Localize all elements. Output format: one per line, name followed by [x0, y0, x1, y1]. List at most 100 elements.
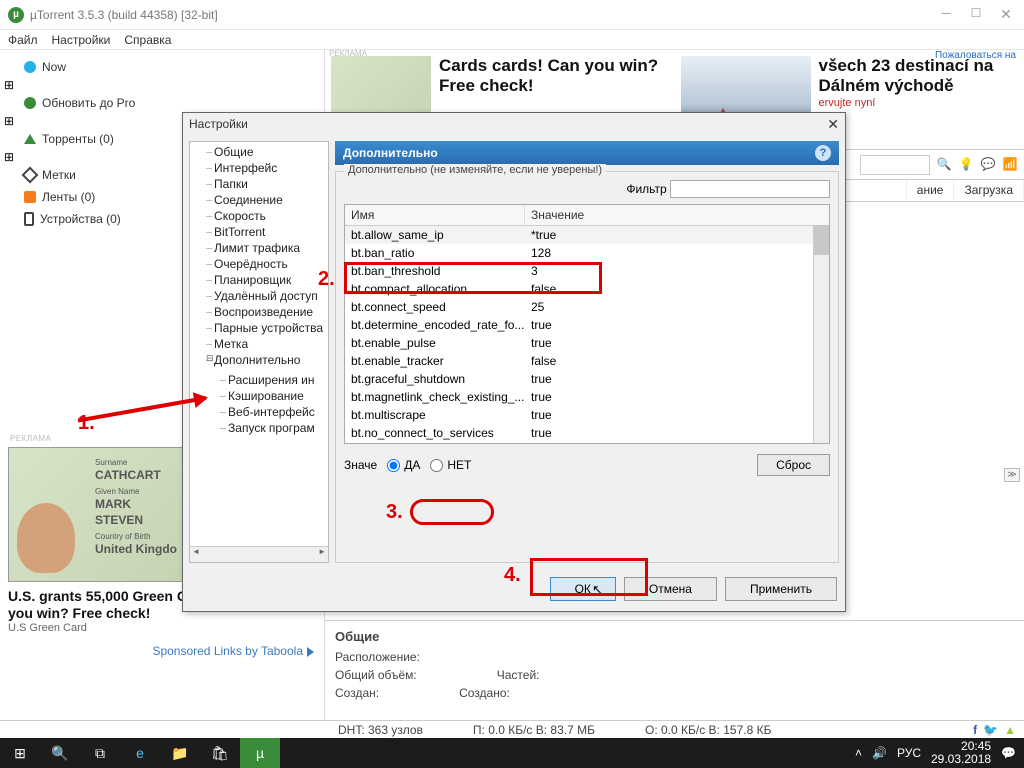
- adv-row[interactable]: bt.enable_pulsetrue: [345, 334, 829, 352]
- table-scrollbar[interactable]: [813, 225, 829, 443]
- maximize-button[interactable]: ☐: [970, 6, 982, 23]
- search-input[interactable]: [860, 155, 930, 175]
- menubar: Файл Настройки Справка: [0, 30, 1024, 50]
- menu-file[interactable]: Файл: [8, 33, 38, 47]
- adv-row[interactable]: bt.no_connect_to_servicestrue: [345, 424, 829, 442]
- tree-paired[interactable]: Парные устройства: [204, 320, 328, 336]
- adv-row[interactable]: bt.enable_trackerfalse: [345, 352, 829, 370]
- facebook-icon[interactable]: f: [973, 723, 977, 737]
- adv-row[interactable]: bt.ban_ratio128: [345, 244, 829, 262]
- titlebar: µ µTorrent 3.5.3 (build 44358) [32-bit] …: [0, 0, 1024, 30]
- col-value[interactable]: Значение: [525, 205, 829, 225]
- adv-row[interactable]: bt.compact_allocationfalse: [345, 280, 829, 298]
- app-logo-icon: µ: [8, 7, 24, 23]
- minimize-button[interactable]: ─: [940, 6, 952, 23]
- reset-button[interactable]: Сброс: [757, 454, 830, 476]
- adv-row[interactable]: bt.allow_same_ip*true: [345, 226, 829, 244]
- utorrent-task[interactable]: µ: [240, 738, 280, 768]
- tree-remote[interactable]: Удалённый доступ: [204, 288, 328, 304]
- tree-scrollbar[interactable]: [190, 546, 328, 562]
- status-dht: DHT: 363 узлов: [338, 723, 423, 737]
- tree-ext[interactable]: Расширения ин: [218, 372, 328, 388]
- upgrade-icon: [24, 97, 36, 109]
- labels-icon: [22, 167, 39, 184]
- close-button[interactable]: ✕: [1000, 6, 1012, 23]
- col-name[interactable]: Имя: [345, 205, 525, 225]
- tree-ui[interactable]: Интерфейс: [204, 160, 328, 176]
- group-legend: Дополнительно (не изменяйте, если не уве…: [344, 164, 606, 176]
- cursor-icon: ↖: [592, 582, 603, 598]
- adv-row[interactable]: bt.ban_threshold3: [345, 262, 829, 280]
- settings-tree[interactable]: Общие Интерфейс Папки Соединение Скорост…: [189, 141, 329, 563]
- torrents-icon: [24, 134, 36, 144]
- tree-cache[interactable]: Кэширование: [218, 388, 328, 404]
- start-button[interactable]: ⊞: [0, 738, 40, 768]
- tray-notifications-icon[interactable]: 💬: [1001, 746, 1016, 760]
- adv-row[interactable]: bt.connect_speed25: [345, 298, 829, 316]
- ad-subtitle: U.S Green Card: [8, 622, 316, 634]
- adv-row[interactable]: bt.determine_encoded_rate_fo...true: [345, 316, 829, 334]
- tree-scheduler[interactable]: Планировщик: [204, 272, 328, 288]
- tree-speed[interactable]: Скорость: [204, 208, 328, 224]
- tree-webui[interactable]: Веб-интерфейс: [218, 404, 328, 420]
- col-a[interactable]: ание: [907, 180, 955, 201]
- twitter-icon[interactable]: 🐦: [983, 723, 998, 737]
- tree-general[interactable]: Общие: [204, 144, 328, 160]
- apply-button[interactable]: Применить: [725, 577, 837, 601]
- tree-playback[interactable]: Воспроизведение: [204, 304, 328, 320]
- sponsor-link[interactable]: Sponsored Links by Taboola: [4, 638, 320, 664]
- radio-no[interactable]: НЕТ: [430, 458, 471, 472]
- status-down: П: 0.0 КБ/с В: 83.7 МБ: [473, 723, 595, 737]
- tree-limit[interactable]: Лимит трафика: [204, 240, 328, 256]
- tray-clock[interactable]: 20:4529.03.2018: [931, 740, 991, 766]
- tree-connection[interactable]: Соединение: [204, 192, 328, 208]
- search-button[interactable]: 🔍: [40, 738, 80, 768]
- taboola-icon: [307, 647, 314, 657]
- tree-folders[interactable]: Папки: [204, 176, 328, 192]
- detail-pane: Общие Расположение: Общий объём:Частей: …: [325, 620, 1024, 720]
- menu-help[interactable]: Справка: [124, 33, 171, 47]
- menu-settings[interactable]: Настройки: [52, 33, 111, 47]
- tray-lang[interactable]: РУС: [897, 746, 921, 760]
- dialog-titlebar: Настройки ✕: [183, 113, 845, 135]
- filter-input[interactable]: [670, 180, 830, 198]
- banner-right-link[interactable]: ervujte nyní: [819, 97, 876, 109]
- statusbar: DHT: 363 узлов П: 0.0 КБ/с В: 83.7 МБ О:…: [0, 720, 1024, 738]
- tray-volume-icon[interactable]: 🔊: [872, 746, 887, 760]
- tree-advanced[interactable]: Дополнительно: [206, 353, 300, 367]
- chat-icon[interactable]: 💬: [980, 157, 996, 173]
- tree-expand-icon[interactable]: ⊟: [206, 353, 214, 364]
- tree-label[interactable]: Метка: [204, 336, 328, 352]
- sidebar-item-now[interactable]: Now: [4, 56, 320, 78]
- bulb-icon[interactable]: 💡: [958, 157, 974, 173]
- detail-title: Общие: [335, 629, 1014, 644]
- now-icon: [24, 61, 36, 73]
- settings-dialog: Настройки ✕ Общие Интерфейс Папки Соедин…: [182, 112, 846, 612]
- section-header: Дополнительно ?: [335, 141, 839, 165]
- col-b[interactable]: Загрузка: [954, 180, 1024, 201]
- dialog-close-button[interactable]: ✕: [827, 116, 839, 133]
- adv-row[interactable]: bt.magnetlink_check_existing_...true: [345, 388, 829, 406]
- help-icon[interactable]: ?: [815, 145, 831, 161]
- android-icon[interactable]: ▲: [1004, 723, 1016, 737]
- remote-icon[interactable]: 📶: [1002, 157, 1018, 173]
- explorer-button[interactable]: 📁: [160, 738, 200, 768]
- adv-row[interactable]: bt.multiscrapetrue: [345, 406, 829, 424]
- tree-bittorrent[interactable]: BitTorrent: [204, 224, 328, 240]
- value-label: Значе: [344, 458, 377, 472]
- cancel-button[interactable]: Отмена: [624, 577, 717, 601]
- taskview-button[interactable]: ⧉: [80, 738, 120, 768]
- ok-button[interactable]: ОК↖: [550, 577, 616, 601]
- tray-chevron-icon[interactable]: ˄: [855, 746, 862, 760]
- window-title: µTorrent 3.5.3 (build 44358) [32-bit]: [30, 8, 218, 22]
- expand-chevron-icon[interactable]: ≫: [1004, 468, 1020, 482]
- sidebar-item-upgrade[interactable]: Обновить до Pro: [4, 92, 320, 114]
- tree-queue[interactable]: Очерёдность: [204, 256, 328, 272]
- radio-yes[interactable]: ДА: [387, 458, 420, 472]
- store-button[interactable]: 🛍: [200, 738, 240, 768]
- edge-button[interactable]: e: [120, 738, 160, 768]
- search-icon[interactable]: 🔍: [936, 157, 952, 173]
- tree-run[interactable]: Запуск програм: [218, 420, 328, 436]
- adv-row[interactable]: bt.graceful_shutdowntrue: [345, 370, 829, 388]
- advanced-table: Имя Значение bt.allow_same_ip*truebt.ban…: [344, 204, 830, 444]
